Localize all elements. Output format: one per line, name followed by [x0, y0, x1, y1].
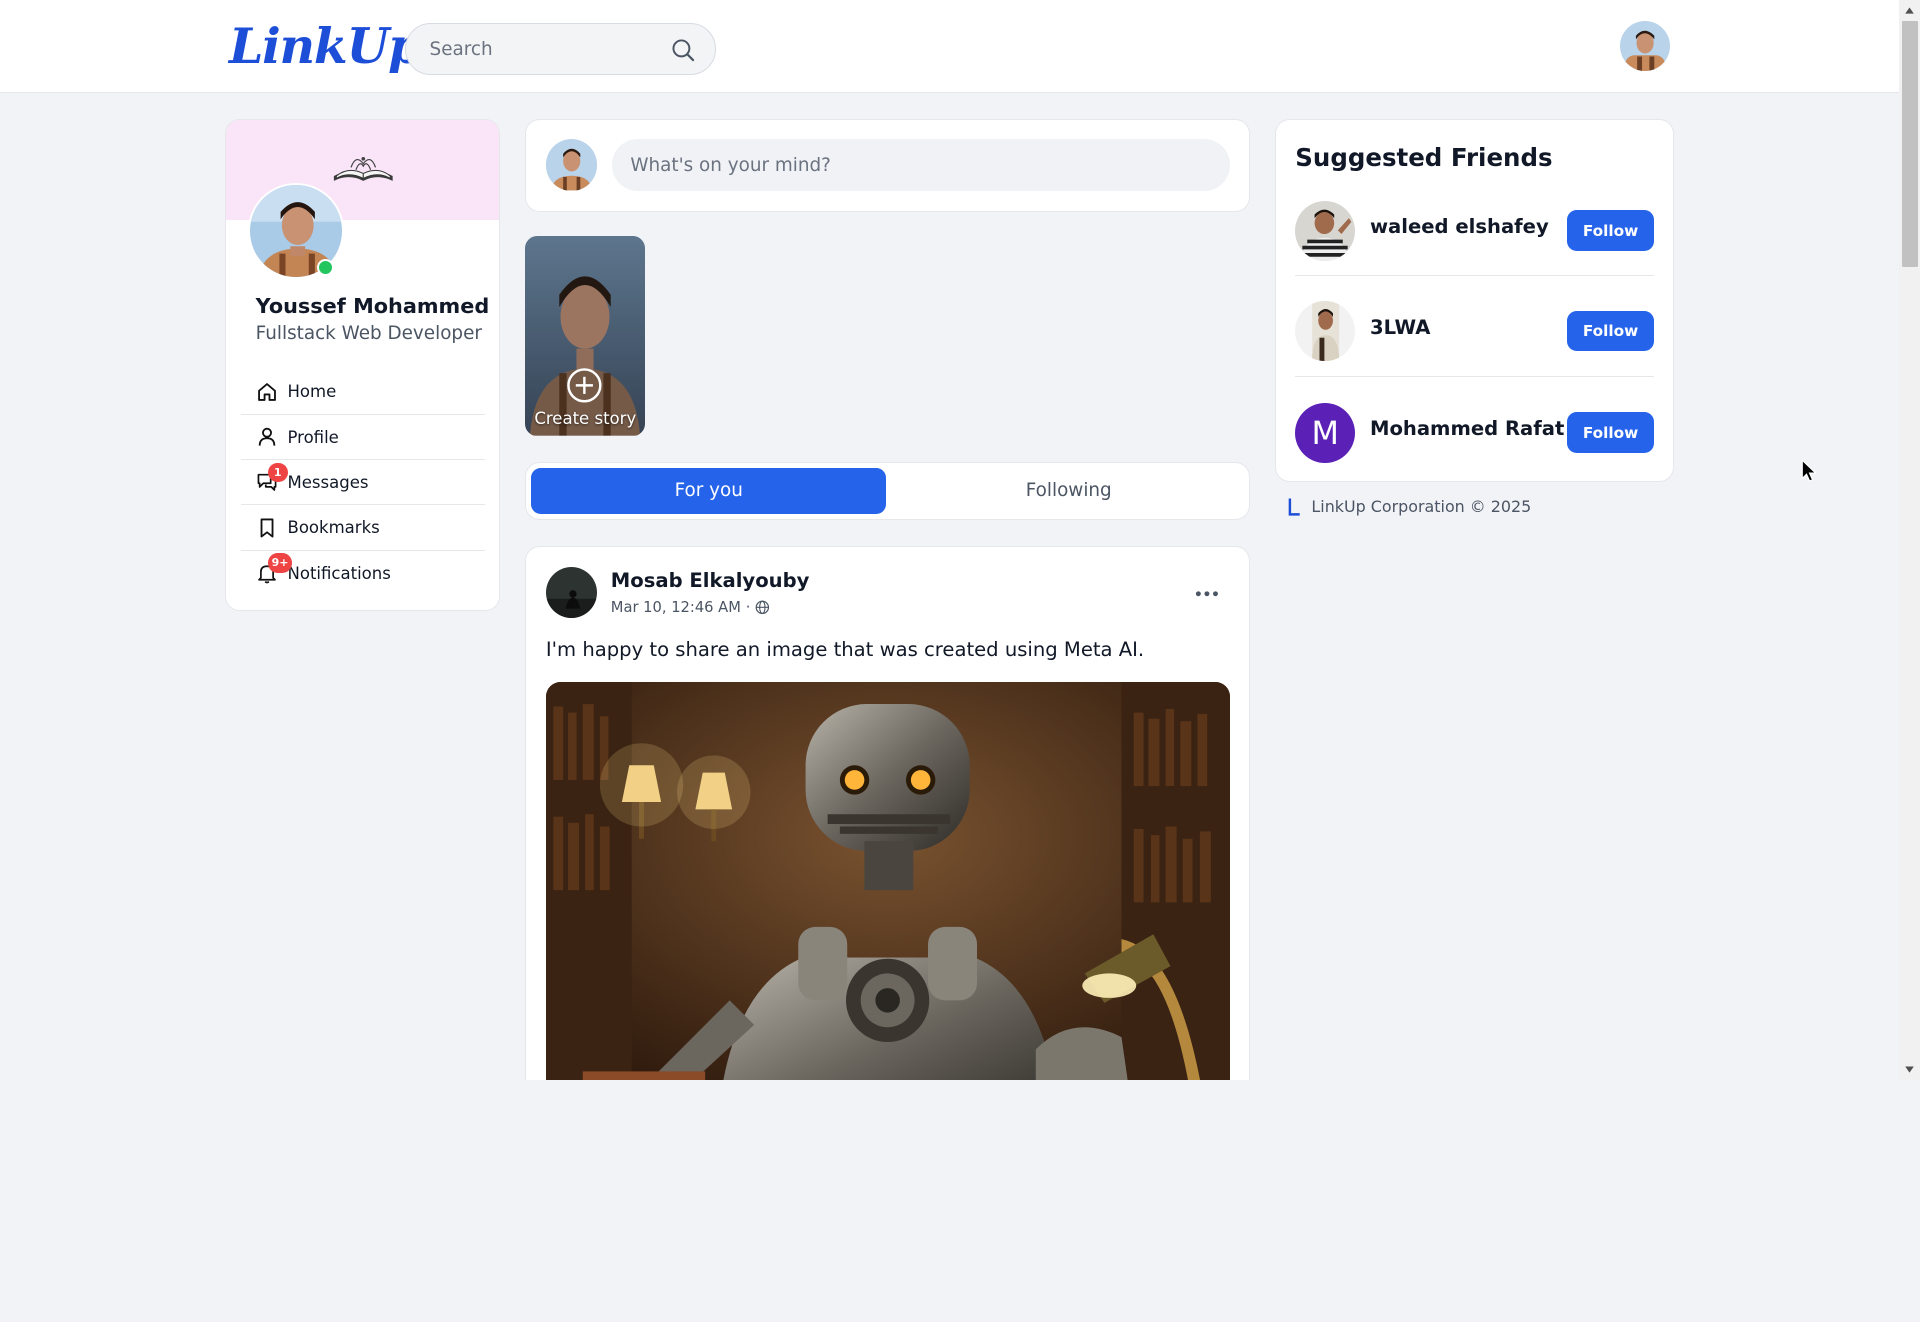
- sidebar-item-profile[interactable]: Profile: [240, 415, 485, 461]
- whats-on-your-mind-input[interactable]: [612, 139, 1231, 191]
- post-author-avatar[interactable]: [545, 566, 598, 619]
- sidebar-item-label: Profile: [287, 427, 339, 447]
- logo[interactable]: LinkUp: [229, 17, 422, 75]
- suggested-friend: 3LWA Follow: [1295, 300, 1655, 401]
- globe-icon: [755, 600, 770, 614]
- footer: LinkUp Corporation © 2025: [1285, 496, 1532, 518]
- account-avatar[interactable]: [1620, 20, 1671, 72]
- sidebar-item-messages[interactable]: 1 Messages: [240, 460, 485, 506]
- composer-avatar: [545, 139, 598, 191]
- add-story-icon[interactable]: [566, 367, 603, 404]
- scroll-up-arrow-icon[interactable]: [1904, 5, 1915, 16]
- profile-card: Youssef Mohammed Fullstack Web Developer…: [225, 118, 500, 611]
- sidebar-item-label: Home: [287, 382, 337, 402]
- sidebar-item-label: Messages: [287, 472, 369, 492]
- suggested-friend: M Mohammed Rafat Follow: [1295, 402, 1655, 503]
- sidebar-nav: Home Profile 1 Messages Bookmarks 9+ Not…: [240, 370, 485, 596]
- post-card: Mosab Elkalyouby Mar 10, 12:46 AM · I'm …: [525, 546, 1251, 1080]
- footer-text: LinkUp Corporation © 2025: [1311, 497, 1532, 517]
- friend-avatar[interactable]: [1295, 200, 1356, 261]
- friend-name[interactable]: 3LWA: [1370, 316, 1430, 339]
- friend-name[interactable]: waleed elshafey: [1370, 215, 1549, 238]
- bookmark-icon: [260, 518, 274, 538]
- mouse-cursor-icon: [1801, 459, 1818, 482]
- follow-button[interactable]: Follow: [1567, 210, 1655, 251]
- sidebar-item-notifications[interactable]: 9+ Notifications: [241, 551, 485, 596]
- story-background-image: [525, 236, 646, 436]
- sidebar-item-home[interactable]: Home: [240, 370, 485, 415]
- notifications-badge: 9+: [267, 553, 293, 573]
- post-author-name[interactable]: Mosab Elkalyouby: [611, 569, 810, 592]
- page: LinkUp Search Youssef Mohammed Fullstack…: [0, 0, 1920, 1080]
- create-story-label: Create story: [534, 408, 637, 428]
- user-icon: [258, 427, 275, 446]
- sidebar-item-label: Notifications: [287, 563, 391, 583]
- tab-for-you[interactable]: For you: [531, 467, 887, 515]
- messages-badge: 1: [267, 462, 288, 483]
- search-icon[interactable]: [671, 38, 695, 62]
- top-navbar: LinkUp: [0, 0, 1900, 94]
- divider: [1295, 375, 1655, 377]
- linkup-logo-icon: [1288, 498, 1300, 516]
- suggested-friends-card: Suggested Friends waleed elshafey Follow: [1274, 118, 1674, 483]
- profile-name[interactable]: Youssef Mohammed: [256, 294, 490, 318]
- suggested-friend: waleed elshafey Follow: [1295, 200, 1655, 301]
- post-composer: [525, 118, 1251, 212]
- post-timestamp[interactable]: Mar 10, 12:46 AM: [611, 599, 741, 616]
- post-image[interactable]: [545, 681, 1231, 1080]
- suggested-friends-title: Suggested Friends: [1295, 143, 1553, 173]
- follow-button[interactable]: Follow: [1567, 412, 1655, 453]
- search-box: [405, 23, 717, 75]
- feed-tabs: For you Following: [525, 461, 1251, 521]
- open-book-icon: [334, 157, 393, 181]
- sidebar-item-bookmarks[interactable]: Bookmarks: [240, 505, 485, 551]
- friend-avatar[interactable]: [1295, 300, 1356, 361]
- friend-name[interactable]: Mohammed Rafat: [1370, 417, 1564, 440]
- profile-role: Fullstack Web Developer: [255, 323, 482, 345]
- friend-avatar[interactable]: M: [1295, 402, 1356, 463]
- follow-button[interactable]: Follow: [1567, 310, 1655, 352]
- post-meta: Mar 10, 12:46 AM ·: [611, 599, 770, 616]
- create-story-card[interactable]: Create story: [525, 236, 646, 436]
- online-status-indicator: [316, 259, 335, 277]
- search-input[interactable]: [429, 36, 663, 64]
- more-options-icon[interactable]: [1191, 584, 1223, 604]
- tab-following[interactable]: Following: [891, 468, 1246, 515]
- scrollbar-thumb[interactable]: [1901, 20, 1918, 267]
- sidebar-item-label: Bookmarks: [287, 518, 380, 538]
- divider: [1295, 275, 1655, 277]
- post-text: I'm happy to share an image that was cre…: [545, 637, 1145, 661]
- scroll-down-arrow-icon[interactable]: [1904, 1064, 1915, 1075]
- page-scrollbar[interactable]: [1899, 0, 1920, 1080]
- home-icon: [257, 382, 276, 401]
- meta-separator: ·: [745, 598, 751, 616]
